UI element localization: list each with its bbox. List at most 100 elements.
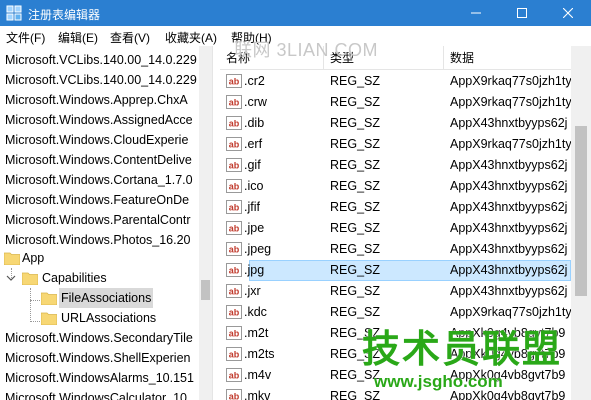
list-scrollbar[interactable] [571, 46, 591, 400]
string-value-icon: ab [226, 137, 242, 151]
list-row[interactable]: ab .m2ts REG_SZ AppXk0g4vb8gvt7b9 [220, 344, 571, 365]
tree-item[interactable]: Microsoft.Windows.Cortana_1.7.0 [0, 170, 200, 190]
list-row[interactable]: ab .ico REG_SZ AppX43hnxtbyyps62j [220, 176, 571, 197]
tree-item[interactable]: Microsoft.Windows.Apprep.ChxA [0, 90, 200, 110]
tree-scrollbar[interactable] [199, 46, 212, 400]
value-type: REG_SZ [330, 242, 381, 256]
tree-item-file-associations[interactable]: FileAssociations [0, 288, 200, 308]
list-row[interactable]: ab .jpeg REG_SZ AppX43hnxtbyyps62j [220, 239, 571, 260]
registry-editor-icon [6, 5, 22, 21]
menu-favorites[interactable]: 收藏夹(A) [165, 29, 217, 46]
minimize-button[interactable] [453, 0, 499, 26]
value-data: AppX43hnxtbyyps62j [450, 284, 568, 298]
value-name: .mkv [244, 389, 271, 400]
tree-item[interactable]: Microsoft.Windows.Photos_16.20 [0, 230, 200, 250]
value-data: AppXk0g4vb8gvt7b9 [450, 368, 566, 382]
value-data: AppX43hnxtbyyps62j [450, 116, 568, 130]
value-name: .jpe [244, 221, 265, 235]
value-data: AppX43hnxtbyyps62j [450, 221, 568, 235]
string-value-icon: ab [226, 263, 242, 277]
value-name: .jfif [244, 200, 260, 214]
list-row[interactable]: ab .jpe REG_SZ AppX43hnxtbyyps62j [220, 218, 571, 239]
menu-bar: 文件(F) 编辑(E) 查看(V) 收藏夹(A) 帮助(H) [0, 26, 591, 46]
svg-text:ab: ab [229, 203, 240, 213]
value-name: .jxr [244, 284, 261, 298]
column-header-name[interactable]: 名称 [220, 46, 324, 70]
tree-scroll-thumb[interactable] [201, 280, 210, 300]
close-button[interactable] [545, 0, 591, 26]
value-type: REG_SZ [330, 347, 381, 361]
tree-item-capabilities[interactable]: Capabilities [0, 268, 200, 288]
svg-text:ab: ab [229, 245, 240, 255]
tree-item-url-associations[interactable]: URLAssociations [0, 308, 200, 328]
value-data: AppX9rkaq77s0jzh1ty [450, 74, 571, 88]
column-header-type[interactable]: 类型 [324, 46, 444, 70]
string-value-icon: ab [226, 200, 242, 214]
list-row[interactable]: ab .kdc REG_SZ AppX9rkaq77s0jzh1ty [220, 302, 571, 323]
tree-item[interactable]: Microsoft.Windows.CloudExperie [0, 130, 200, 150]
value-type: REG_SZ [330, 263, 381, 277]
value-type: REG_SZ [330, 368, 381, 382]
folder-icon [41, 312, 57, 325]
list-row[interactable]: ab .mkv REG_SZ AppXk0g4vb8gvt7b9 [220, 386, 571, 400]
tree-item[interactable]: Microsoft.Windows.ParentalContr [0, 210, 200, 230]
menu-file[interactable]: 文件(F) [6, 29, 45, 46]
value-name: .m2t [244, 326, 269, 340]
list-row[interactable]: ab .crw REG_SZ AppX9rkaq77s0jzh1ty [220, 92, 571, 113]
maximize-button[interactable] [499, 0, 545, 26]
tree-item-app[interactable]: App [0, 248, 200, 268]
tree-item[interactable]: Microsoft.Windows.ContentDelive [0, 150, 200, 170]
folder-icon [41, 292, 57, 305]
tree-item[interactable]: Microsoft.Windows.AssignedAcce [0, 110, 200, 130]
values-list[interactable]: 名称 类型 数据 ab .cr2 REG_SZ AppX9rkaq77s0jzh1ty… [220, 46, 571, 400]
string-value-icon: ab [226, 242, 242, 256]
folder-icon [22, 272, 38, 285]
value-type: REG_SZ [330, 74, 381, 88]
column-header-data[interactable]: 数据 [444, 46, 571, 70]
tree-item[interactable]: Microsoft.WindowsCalculator_10 [0, 388, 200, 400]
list-row[interactable]: ab .m4v REG_SZ AppXk0g4vb8gvt7b9 [220, 365, 571, 386]
tree-item[interactable]: Microsoft.Windows.SecondaryTile [0, 328, 200, 348]
string-value-icon: ab [226, 347, 242, 361]
tree-item[interactable]: Microsoft.VCLibs.140.00_14.0.229 [0, 50, 200, 70]
menu-view[interactable]: 查看(V) [110, 29, 150, 46]
list-row[interactable]: ab .jpg REG_SZ AppX43hnxtbyyps62j [220, 260, 571, 281]
title-bar: 注册表编辑器 [0, 0, 591, 26]
list-row[interactable]: ab .dib REG_SZ AppX43hnxtbyyps62j [220, 113, 571, 134]
string-value-icon: ab [226, 116, 242, 130]
tree-item[interactable]: Microsoft.WindowsAlarms_10.151 [0, 368, 200, 388]
list-row[interactable]: ab .cr2 REG_SZ AppX9rkaq77s0jzh1ty [220, 71, 571, 92]
value-data: AppX43hnxtbyyps62j [450, 263, 568, 277]
svg-text:ab: ab [229, 392, 240, 400]
tree-item[interactable]: Microsoft.Windows.FeatureOnDe [0, 190, 200, 210]
svg-text:ab: ab [229, 182, 240, 192]
value-type: REG_SZ [330, 137, 381, 151]
list-row[interactable]: ab .jfif REG_SZ AppX43hnxtbyyps62j [220, 197, 571, 218]
value-type: REG_SZ [330, 95, 381, 109]
pane-splitter[interactable] [212, 46, 220, 400]
list-row[interactable]: ab .jxr REG_SZ AppX43hnxtbyyps62j [220, 281, 571, 302]
value-name: .kdc [244, 305, 267, 319]
registry-tree[interactable]: Microsoft.VCLibs.140.00_14.0.229 Microso… [0, 46, 212, 400]
menu-edit[interactable]: 编辑(E) [58, 29, 98, 46]
chevron-down-icon[interactable] [6, 273, 16, 283]
menu-help[interactable]: 帮助(H) [231, 29, 272, 46]
value-type: REG_SZ [330, 305, 381, 319]
list-row[interactable]: ab .m2t REG_SZ AppXk0g4vb8gvt7b9 [220, 323, 571, 344]
svg-text:ab: ab [229, 98, 240, 108]
list-row[interactable]: ab .erf REG_SZ AppX9rkaq77s0jzh1ty [220, 134, 571, 155]
svg-text:ab: ab [229, 119, 240, 129]
string-value-icon: ab [226, 284, 242, 298]
value-type: REG_SZ [330, 200, 381, 214]
value-data: AppXk0g4vb8gvt7b9 [450, 326, 566, 340]
string-value-icon: ab [226, 74, 242, 88]
svg-text:ab: ab [229, 371, 240, 381]
value-name: .m2ts [244, 347, 275, 361]
tree-item[interactable]: Microsoft.Windows.ShellExperien [0, 348, 200, 368]
tree-item[interactable]: Microsoft.VCLibs.140.00_14.0.229 [0, 70, 200, 90]
value-type: REG_SZ [330, 389, 381, 400]
value-name: .gif [244, 158, 261, 172]
list-scroll-thumb[interactable] [575, 126, 587, 296]
list-row[interactable]: ab .gif REG_SZ AppX43hnxtbyyps62j [220, 155, 571, 176]
string-value-icon: ab [226, 95, 242, 109]
